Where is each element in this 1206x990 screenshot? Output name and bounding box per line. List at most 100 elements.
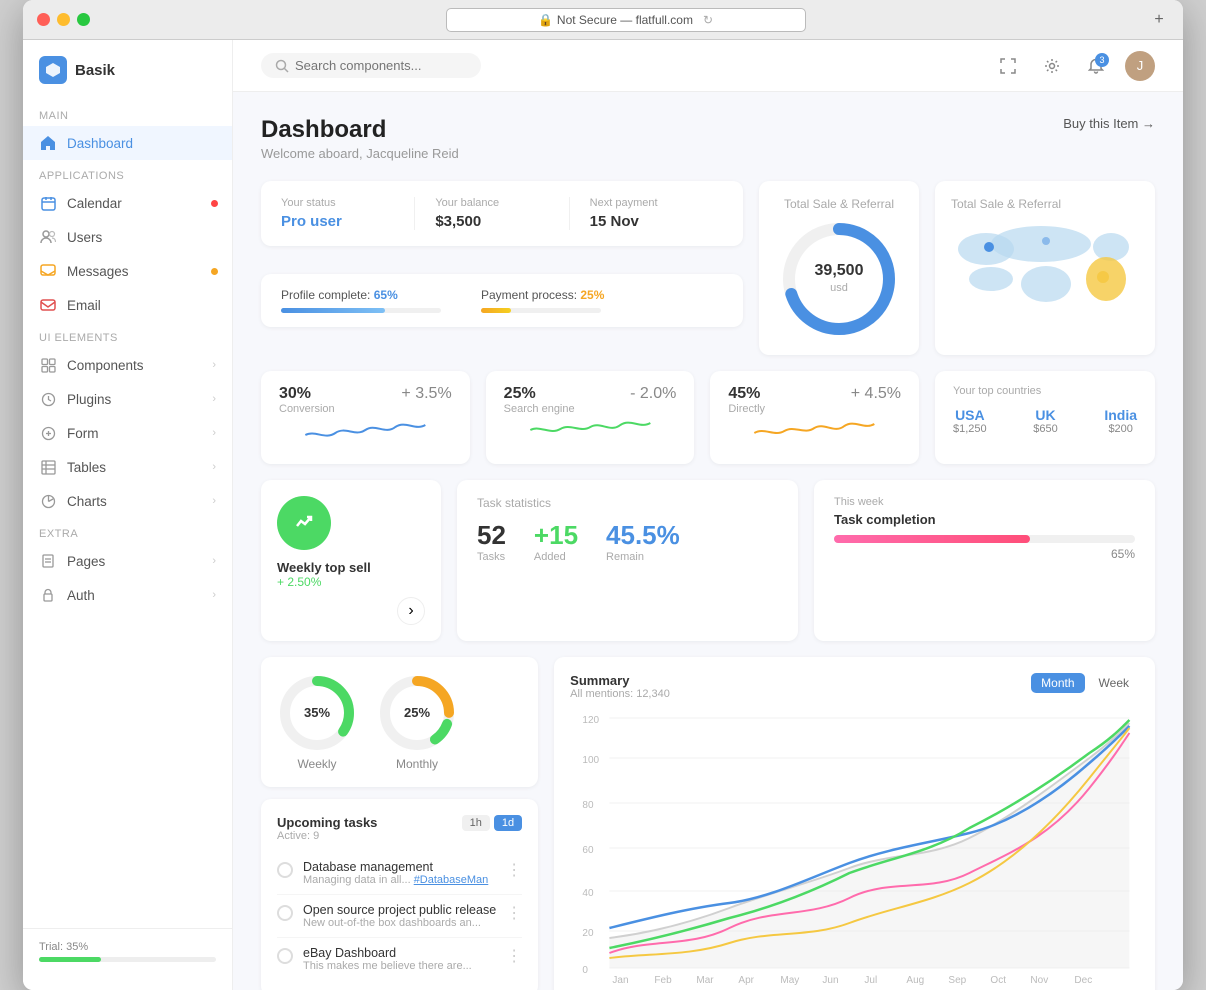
sidebar-item-charts[interactable]: Charts › xyxy=(23,484,232,518)
sidebar-pages-label: Pages xyxy=(67,554,105,569)
task-checkbox-1[interactable] xyxy=(277,862,293,878)
task-more-3[interactable]: ⋮ xyxy=(506,946,522,966)
buy-link[interactable]: Buy this Item → xyxy=(1063,116,1155,131)
page-subtitle: Welcome aboard, Jacqueline Reid xyxy=(261,146,459,161)
sell-title: Weekly top sell xyxy=(277,560,371,575)
svg-text:Feb: Feb xyxy=(655,975,673,986)
stat-balance: Your balance $3,500 xyxy=(414,197,568,230)
task-info-2: Open source project public release New o… xyxy=(303,903,496,929)
sidebar-item-components[interactable]: Components › xyxy=(23,348,232,382)
email-icon xyxy=(39,296,57,314)
stat-balance-label: Your balance xyxy=(435,197,568,209)
sidebar-item-plugins[interactable]: Plugins › xyxy=(23,382,232,416)
fullscreen-button[interactable] xyxy=(993,51,1023,81)
task-name-3: eBay Dashboard xyxy=(303,946,496,960)
task-checkbox-2[interactable] xyxy=(277,905,293,921)
conversion-pct: 30% xyxy=(279,385,335,403)
search-delta: - 2.0% xyxy=(630,385,676,403)
sidebar-item-auth[interactable]: Auth › xyxy=(23,578,232,612)
task-checkbox-3[interactable] xyxy=(277,948,293,964)
trial-bar-fill xyxy=(39,957,101,962)
svg-text:Jul: Jul xyxy=(865,975,878,986)
upcoming-subtitle: Active: 9 xyxy=(277,830,377,842)
search-input[interactable] xyxy=(295,58,455,73)
sidebar-item-messages[interactable]: Messages xyxy=(23,254,232,288)
tasks-label: Tasks xyxy=(477,551,506,563)
chevron-right-icon: › xyxy=(212,393,216,405)
chevron-right-icon: › xyxy=(212,359,216,371)
user-avatar[interactable]: J xyxy=(1125,51,1155,81)
map-card: Total Sale & Referral xyxy=(935,181,1155,355)
tc-pct: 65% xyxy=(834,547,1135,561)
task-more-1[interactable]: ⋮ xyxy=(506,860,522,880)
monthly-donut-item: 25% Monthly xyxy=(377,673,457,771)
progress-section: Profile complete: 65% Payment process: 2… xyxy=(261,274,743,327)
url-input[interactable]: 🔒 Not Secure — flatfull.com ↻ xyxy=(446,8,806,32)
sidebar-item-form[interactable]: Form › xyxy=(23,416,232,450)
directly-delta: + 4.5% xyxy=(851,385,901,403)
message-icon xyxy=(39,262,57,280)
sidebar-logo: Basik xyxy=(23,56,232,100)
search-sparkline xyxy=(504,415,677,445)
traffic-lights xyxy=(37,13,90,26)
svg-text:25%: 25% xyxy=(404,705,430,720)
main-topbar: 3 J xyxy=(233,40,1183,92)
tc-bar-fill xyxy=(834,535,1030,543)
sidebar-item-pages[interactable]: Pages › xyxy=(23,544,232,578)
upcoming-header: Upcoming tasks Active: 9 1h 1d xyxy=(277,815,522,842)
this-week-label: This week xyxy=(834,496,1135,508)
task-name-1: Database management xyxy=(303,860,496,874)
monthly-donut: 25% xyxy=(377,673,457,753)
section-label-extra: Extra xyxy=(23,518,232,544)
filter-1d[interactable]: 1d xyxy=(494,815,522,831)
remain-label: Remain xyxy=(606,551,680,563)
country-row: USA $1,250 UK $650 India $200 xyxy=(953,407,1137,435)
table-icon xyxy=(39,458,57,476)
trial-bar-bg xyxy=(39,957,216,962)
tasks-value: 52 xyxy=(477,520,506,551)
total-sale-title: Total Sale & Referral xyxy=(784,197,894,211)
trial-section: Trial: 35% xyxy=(23,928,232,974)
remain-value: 45.5% xyxy=(606,520,680,551)
svg-text:120: 120 xyxy=(583,715,600,726)
countries-title: Your top countries xyxy=(953,385,1137,397)
task-stats-card: Task statistics 52 Tasks +15 Added 45.5% xyxy=(457,480,798,641)
minimize-button[interactable] xyxy=(57,13,70,26)
sidebar-item-email[interactable]: Email xyxy=(23,288,232,322)
filter-1h[interactable]: 1h xyxy=(462,815,490,831)
search-bar[interactable] xyxy=(261,53,481,78)
conversion-sparkline xyxy=(279,415,452,445)
task-more-2[interactable]: ⋮ xyxy=(506,903,522,923)
sidebar-item-dashboard[interactable]: Dashboard xyxy=(23,126,232,160)
tab-month[interactable]: Month xyxy=(1031,673,1084,693)
svg-text:35%: 35% xyxy=(304,705,330,720)
sidebar-item-tables[interactable]: Tables › xyxy=(23,450,232,484)
sidebar-item-calendar[interactable]: Calendar xyxy=(23,186,232,220)
countries-card: Your top countries USA $1,250 UK $650 In… xyxy=(935,371,1155,464)
sidebar-tables-label: Tables xyxy=(67,460,106,475)
new-tab-button[interactable]: + xyxy=(1149,10,1169,30)
svg-text:80: 80 xyxy=(583,800,595,811)
svg-text:Mar: Mar xyxy=(697,975,715,986)
task-desc-1: Managing data in all... #DatabaseMan xyxy=(303,874,496,886)
directly-name: Directly xyxy=(728,403,765,415)
svg-text:Oct: Oct xyxy=(991,975,1007,986)
svg-text:20: 20 xyxy=(583,928,595,939)
maximize-button[interactable] xyxy=(77,13,90,26)
reload-icon[interactable]: ↻ xyxy=(703,13,713,27)
sidebar-item-users[interactable]: Users xyxy=(23,220,232,254)
mid-row: Weekly top sell + 2.50% › Task statistic… xyxy=(261,480,1155,641)
arrow-button[interactable]: › xyxy=(397,597,425,625)
logo-icon xyxy=(39,56,67,84)
messages-dot xyxy=(211,268,218,275)
settings-button[interactable] xyxy=(1037,51,1067,81)
close-button[interactable] xyxy=(37,13,50,26)
world-map xyxy=(951,219,1131,319)
notification-button[interactable]: 3 xyxy=(1081,51,1111,81)
conversion-delta: + 3.5% xyxy=(401,385,451,403)
tab-week[interactable]: Week xyxy=(1089,673,1139,693)
donut-section: 35% Weekly 25% xyxy=(261,657,538,787)
sidebar-form-label: Form xyxy=(67,426,99,441)
summary-chart: Summary All mentions: 12,340 Month Week … xyxy=(554,657,1155,990)
plugin-icon xyxy=(39,390,57,408)
